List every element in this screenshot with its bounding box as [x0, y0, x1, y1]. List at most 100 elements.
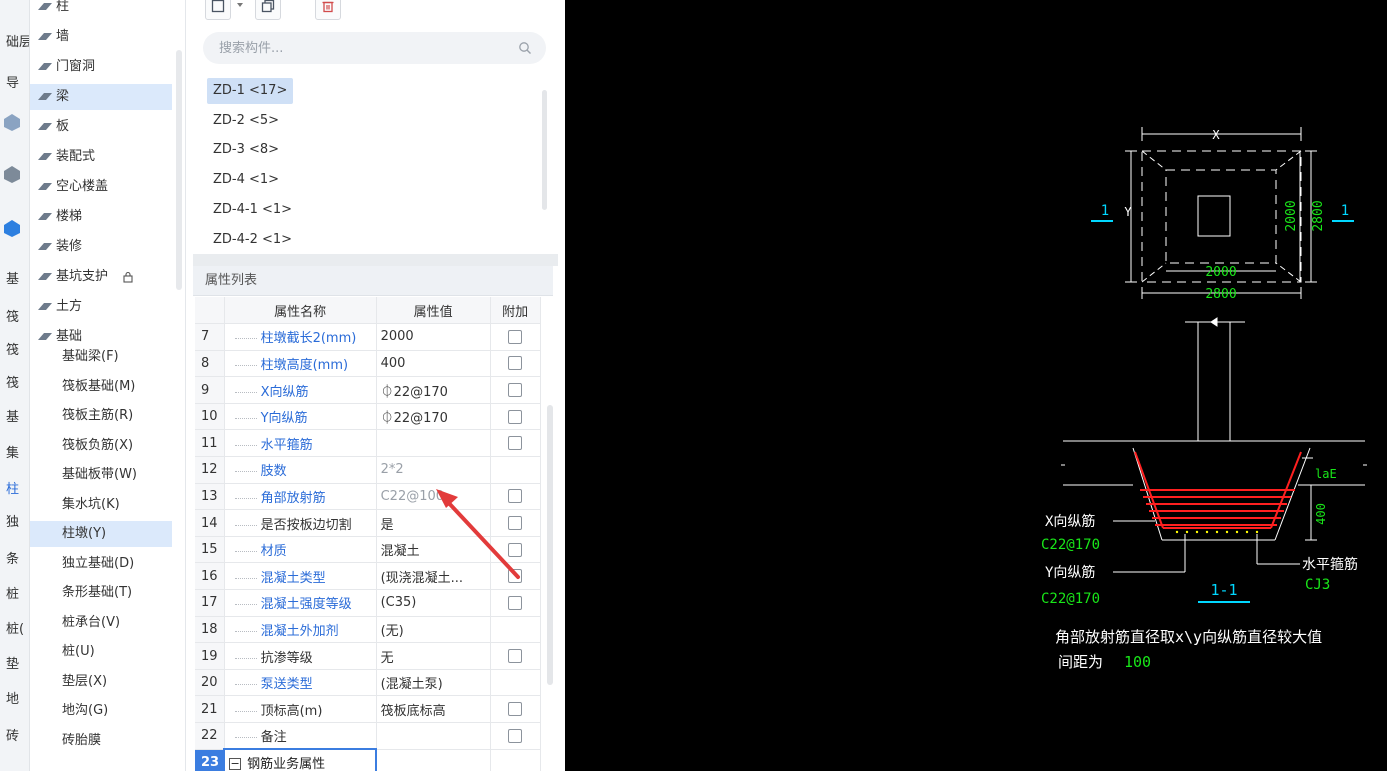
lock-icon[interactable]	[122, 271, 134, 283]
property-value-cell[interactable]: (无)	[376, 616, 491, 644]
tree-child-node[interactable]: 集水坑(K)	[30, 492, 172, 518]
property-value-cell[interactable]: 是	[376, 509, 491, 537]
new-component-dropdown[interactable]	[233, 0, 247, 20]
tree-child-node[interactable]: 柱墩(Y)	[30, 521, 172, 547]
property-list-scrollbar[interactable]	[547, 405, 553, 685]
tree-child-node[interactable]: 筏板基础(M)	[30, 374, 172, 400]
tree-child-node[interactable]: 条形基础(T)	[30, 580, 172, 606]
left-strip-item[interactable]: 筏	[0, 307, 29, 329]
property-extra-checkbox[interactable]	[508, 728, 523, 743]
property-row[interactable]: 10 Y向纵筋 ⏀22@170	[195, 403, 541, 431]
tree-node[interactable]: 装修	[30, 234, 172, 260]
search-input[interactable]	[203, 32, 546, 64]
box-3d-icon[interactable]	[0, 111, 24, 133]
tree-child-node[interactable]: 砖胎膜	[30, 728, 172, 754]
property-value-cell[interactable]: 2*2	[376, 456, 491, 484]
tree-node[interactable]: 梁	[30, 84, 172, 110]
property-value-cell[interactable]: (混凝土泵)	[376, 669, 491, 697]
tree-node[interactable]: 装配式	[30, 144, 172, 170]
new-component-button[interactable]	[205, 0, 231, 20]
property-row[interactable]: 7 柱墩截长2(mm) 2000	[195, 323, 541, 351]
tree-child-node[interactable]: 基础板带(W)	[30, 462, 172, 488]
property-value-cell[interactable]: 无	[376, 642, 491, 670]
left-strip-item[interactable]: 桩(	[0, 619, 29, 641]
left-strip-item[interactable]: 条	[0, 549, 29, 571]
left-strip-item[interactable]: 基	[0, 407, 29, 429]
property-value-cell[interactable]: C22@100	[376, 483, 491, 511]
property-value-cell[interactable]: 筏板底标高	[376, 695, 491, 723]
tree-child-node[interactable]: 独立基础(D)	[30, 551, 172, 577]
property-extra-checkbox[interactable]	[508, 489, 523, 504]
left-strip-item[interactable]: 柱	[0, 479, 29, 501]
tree-node[interactable]: 基坑支护	[30, 264, 172, 290]
mountain-icon[interactable]	[0, 163, 24, 185]
copy-component-button[interactable]	[255, 0, 281, 20]
tree-node[interactable]: 空心楼盖	[30, 174, 172, 200]
property-extra-checkbox[interactable]	[508, 569, 523, 584]
property-value-cell[interactable]	[376, 429, 491, 458]
component-list-item[interactable]: ZD-3 <8>	[207, 137, 285, 163]
component-list-item[interactable]: ZD-1 <17>	[207, 78, 294, 104]
property-extra-checkbox[interactable]	[508, 383, 523, 398]
tree-child-node[interactable]: 地沟(G)	[30, 698, 172, 724]
property-row[interactable]: 17 混凝土强度等级 (C35)	[195, 589, 541, 617]
property-extra-checkbox[interactable]	[508, 356, 523, 371]
property-row[interactable]: 22 备注	[195, 722, 541, 750]
property-value-cell[interactable]	[376, 722, 491, 750]
tree-child-node[interactable]: 垫层(X)	[30, 669, 172, 695]
tree-child-node[interactable]: 筏板主筋(R)	[30, 403, 172, 429]
property-row[interactable]: 19 抗渗等级 无	[195, 642, 541, 670]
left-strip-item[interactable]: 地	[0, 689, 29, 711]
property-extra-checkbox[interactable]	[508, 329, 523, 344]
property-value-cell[interactable]: ⏀22@170	[376, 403, 491, 431]
tree-node[interactable]: 土方	[30, 294, 172, 320]
property-row[interactable]: 11 水平箍筋	[195, 429, 541, 458]
left-strip-item[interactable]: 垫	[0, 654, 29, 676]
property-row[interactable]: 12 肢数 2*2	[195, 456, 541, 484]
property-extra-checkbox[interactable]	[508, 516, 523, 531]
tree-scrollbar[interactable]	[176, 50, 182, 290]
property-row[interactable]: 16 混凝土类型 (现浇混凝土...	[195, 562, 541, 591]
property-extra-checkbox[interactable]	[508, 702, 523, 717]
panel-splitter[interactable]	[193, 254, 558, 266]
left-strip-item[interactable]: 集	[0, 443, 29, 465]
property-value-cell[interactable]: 2000	[376, 323, 491, 351]
component-list-item[interactable]: ZD-4-2 <1>	[207, 227, 298, 253]
tree-child-node[interactable]: 筏板负筋(X)	[30, 433, 172, 459]
tree-node[interactable]: 板	[30, 114, 172, 140]
left-strip-item[interactable]: 砖	[0, 726, 29, 748]
component-list-item[interactable]: ZD-4 <1>	[207, 167, 285, 193]
left-strip-item[interactable]: 筏	[0, 340, 29, 362]
tree-child-node[interactable]: 桩(U)	[30, 639, 172, 665]
property-extra-checkbox[interactable]	[508, 542, 523, 557]
cubes-icon[interactable]	[0, 217, 24, 239]
property-value-cell[interactable]: 混凝土	[376, 536, 491, 564]
tree-node[interactable]: 楼梯	[30, 204, 172, 230]
property-group-row[interactable]: 23− 钢筋业务属性	[195, 748, 541, 771]
left-strip-item[interactable]: 基	[0, 269, 29, 291]
property-extra-checkbox[interactable]	[508, 436, 523, 451]
tree-child-node[interactable]: 基础梁(F)	[30, 344, 172, 370]
component-list-scrollbar[interactable]	[542, 90, 547, 210]
left-strip-item[interactable]: 筏	[0, 373, 29, 395]
component-list-item[interactable]: ZD-4-1 <1>	[207, 197, 298, 223]
collapse-toggle[interactable]: −	[229, 758, 242, 771]
property-row[interactable]: 13 角部放射筋 C22@100	[195, 483, 541, 511]
tree-node[interactable]: 柱	[30, 0, 172, 20]
property-row[interactable]: 9 X向纵筋 ⏀22@170	[195, 376, 541, 404]
property-value-cell[interactable]: (现浇混凝土...	[376, 562, 491, 591]
property-row[interactable]: 20 泵送类型 (混凝土泵)	[195, 669, 541, 697]
left-strip-item[interactable]: 础层	[0, 32, 29, 54]
component-list-item[interactable]: ZD-2 <5>	[207, 108, 285, 134]
tree-child-node[interactable]: 桩承台(V)	[30, 610, 172, 636]
property-extra-checkbox[interactable]	[508, 649, 523, 664]
tree-node[interactable]: 墙	[30, 24, 172, 50]
left-strip-item[interactable]: 导	[0, 73, 29, 95]
property-extra-checkbox[interactable]	[508, 595, 523, 610]
property-row[interactable]: 8 柱墩高度(mm) 400	[195, 350, 541, 378]
property-row[interactable]: 15 材质 混凝土	[195, 536, 541, 564]
property-value-cell[interactable]: 400	[376, 350, 491, 378]
property-value-cell[interactable]: (C35)	[376, 589, 491, 617]
property-row[interactable]: 21 顶标高(m) 筏板底标高	[195, 695, 541, 723]
property-value-cell[interactable]: ⏀22@170	[376, 376, 491, 404]
